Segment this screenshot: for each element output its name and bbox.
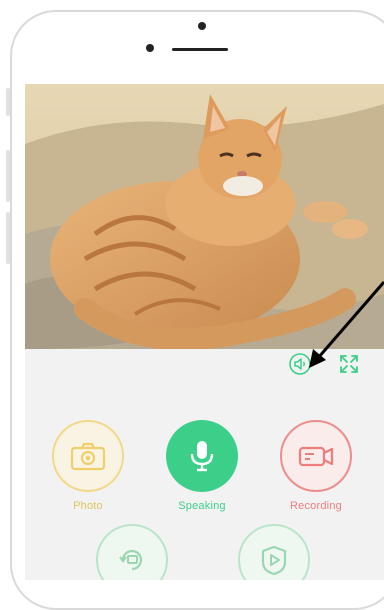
photo-button-circle [52, 420, 124, 492]
speaker-mute-icon [289, 353, 311, 375]
recording-button[interactable]: Recording [273, 420, 359, 512]
speaking-button-circle [166, 420, 238, 492]
phone-side-button [6, 88, 10, 116]
fullscreen-icon [340, 355, 358, 373]
recording-button-circle [280, 420, 352, 492]
playback-button[interactable] [89, 524, 175, 580]
camera-feed-image [25, 84, 384, 349]
speaking-label: Speaking [178, 500, 226, 512]
phone-side-button [6, 212, 10, 264]
camera-icon [70, 442, 106, 471]
camera-feed[interactable] [25, 84, 384, 349]
recording-label: Recording [290, 500, 342, 512]
fullscreen-button[interactable] [337, 352, 361, 376]
video-library-button[interactable] [231, 524, 317, 580]
speaking-button[interactable]: Speaking [159, 420, 245, 512]
front-camera [146, 44, 154, 52]
photo-label: Photo [73, 500, 103, 512]
mute-button[interactable] [288, 352, 312, 376]
video-library-icon [261, 545, 287, 576]
front-sensor [198, 22, 206, 30]
earpiece-speaker [172, 48, 228, 51]
app-screen: Photo Speaking Recording [25, 84, 384, 580]
microphone-icon [190, 441, 214, 472]
photo-button[interactable]: Photo [45, 420, 131, 512]
video-library-button-circle [238, 524, 310, 580]
video-camera-icon [298, 446, 334, 467]
playback-button-circle [96, 524, 168, 580]
playback-icon [119, 549, 143, 571]
phone-side-button [6, 150, 10, 202]
